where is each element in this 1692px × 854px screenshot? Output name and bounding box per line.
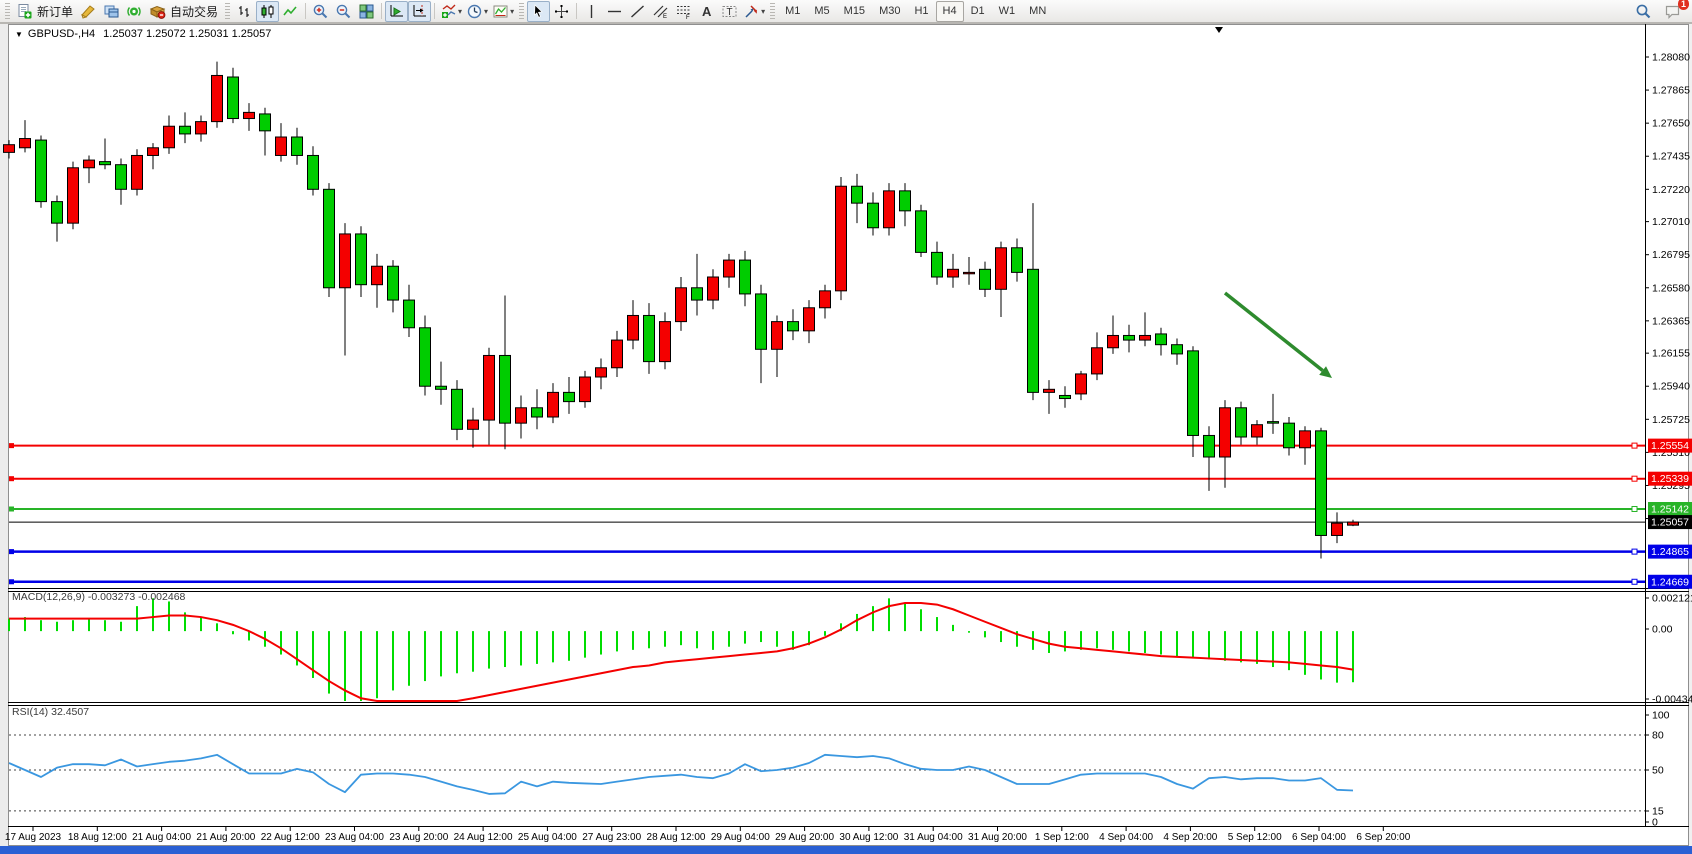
vline-icon: [583, 3, 600, 20]
tile-windows-button[interactable]: [355, 1, 378, 22]
templates-button[interactable]: ▾: [490, 1, 516, 22]
hline-button[interactable]: [603, 1, 626, 22]
toolbar-grip[interactable]: [5, 3, 10, 20]
timeframe-h4[interactable]: H4: [936, 1, 964, 22]
toolbar-separator: [434, 3, 435, 19]
dropdown-arrow-icon[interactable]: ▾: [458, 7, 462, 16]
window-left-edge: [0, 24, 8, 846]
shapes-button[interactable]: ▾: [741, 1, 767, 22]
fibo-icon: F: [675, 3, 692, 20]
dropdown-arrow-icon[interactable]: ▾: [484, 7, 488, 16]
autotrade-button[interactable]: [146, 1, 169, 22]
profiles-button[interactable]: [100, 1, 123, 22]
main-toolbar: 新订单 自动交易 ▾ ▾ ▾ E F A T ▾ M1M5M15M30H1H4D1W1MN 1: [0, 0, 1692, 23]
chart-ohlc-values: 1.25037 1.25072 1.25031 1.25057: [103, 28, 271, 40]
styler-button[interactable]: [77, 1, 100, 22]
crosshair-button[interactable]: [550, 1, 573, 22]
auto-scroll-icon: [388, 3, 405, 20]
text-icon: A: [698, 3, 715, 20]
zoom-in-icon: [312, 3, 329, 20]
hline-icon: [606, 3, 623, 20]
candle-chart-icon: [259, 3, 276, 20]
window-bottom-strip: [0, 846, 1692, 854]
candle-chart-button[interactable]: [256, 1, 279, 22]
toolbar-grip[interactable]: [225, 3, 230, 20]
line-chart-button[interactable]: [279, 1, 302, 22]
timeframe-m30[interactable]: M30: [872, 1, 907, 22]
zoom-out-button[interactable]: [332, 1, 355, 22]
collapse-arrow-icon[interactable]: ▼: [15, 30, 23, 39]
new-order-button[interactable]: [13, 1, 36, 22]
svg-text:A: A: [702, 4, 712, 19]
chat-button[interactable]: 1: [1661, 1, 1684, 22]
search-button[interactable]: [1632, 1, 1655, 22]
svg-text:E: E: [663, 14, 667, 20]
autotrade-icon: [149, 3, 166, 20]
toolbar-separator: [305, 3, 306, 19]
dropdown-arrow-icon[interactable]: ▾: [510, 7, 514, 16]
channel-button[interactable]: E: [649, 1, 672, 22]
timeframe-mn[interactable]: MN: [1022, 1, 1053, 22]
notification-badge: 1: [1678, 0, 1689, 10]
svg-text:F: F: [686, 15, 690, 20]
toolbar-button-label[interactable]: 自动交易: [169, 3, 222, 20]
cursor-button[interactable]: [527, 1, 550, 22]
chart-window[interactable]: ▼ GBPUSD-,H4 1.25037 1.25072 1.25031 1.250…: [8, 24, 1689, 846]
cursor-icon: [530, 3, 547, 20]
styler-icon: [80, 3, 97, 20]
toolbar-separator: [576, 3, 577, 19]
chart-symbol-period: GBPUSD-,H4: [28, 28, 95, 40]
timeframe-m5[interactable]: M5: [807, 1, 836, 22]
trendline-icon: [629, 3, 646, 20]
templates-icon: [492, 3, 509, 20]
auto-scroll-button[interactable]: [385, 1, 408, 22]
toolbar-grip[interactable]: [770, 3, 775, 20]
shapes-icon: [743, 3, 760, 20]
toolbar-button-label[interactable]: 新订单: [36, 3, 77, 20]
search-icon: [1635, 3, 1652, 20]
alerts-icon: [126, 3, 143, 20]
chart-title: ▼ GBPUSD-,H4 1.25037 1.25072 1.25031 1.250…: [15, 28, 271, 40]
alerts-button[interactable]: [123, 1, 146, 22]
timeframe-w1[interactable]: W1: [992, 1, 1023, 22]
zoom-in-button[interactable]: [309, 1, 332, 22]
channel-icon: E: [652, 3, 669, 20]
timeframe-h1[interactable]: H1: [907, 1, 935, 22]
periods-button[interactable]: ▾: [464, 1, 490, 22]
indicators-button[interactable]: ▾: [438, 1, 464, 22]
periods-icon: [466, 3, 483, 20]
new-order-icon: [16, 3, 33, 20]
fibo-button[interactable]: F: [672, 1, 695, 22]
rsi-indicator-label: RSI(14) 32.4507: [12, 706, 89, 718]
toolbar-grip[interactable]: [519, 3, 524, 20]
timeframe-m15[interactable]: M15: [837, 1, 872, 22]
label-icon: T: [721, 3, 738, 20]
timeframe-d1[interactable]: D1: [964, 1, 992, 22]
indicators-icon: [440, 3, 457, 20]
line-chart-icon: [282, 3, 299, 20]
crosshair-icon: [553, 3, 570, 20]
vline-button[interactable]: [580, 1, 603, 22]
chart-shift-icon: [411, 3, 428, 20]
timeframe-m1[interactable]: M1: [778, 1, 807, 22]
text-button[interactable]: A: [695, 1, 718, 22]
toolbar-separator: [381, 3, 382, 19]
trendline-button[interactable]: [626, 1, 649, 22]
dropdown-arrow-icon[interactable]: ▾: [761, 7, 765, 16]
application-window: 新订单 自动交易 ▾ ▾ ▾ E F A T ▾ M1M5M15M30H1H4D1W1MN 1 ▼ GB…: [0, 0, 1692, 854]
zoom-out-icon: [335, 3, 352, 20]
bar-chart-button[interactable]: [233, 1, 256, 22]
label-button[interactable]: T: [718, 1, 741, 22]
macd-indicator-label: MACD(12,26,9) -0.003273 -0.002468: [12, 591, 185, 603]
profiles-icon: [103, 3, 120, 20]
svg-text:T: T: [727, 7, 733, 18]
tile-windows-icon: [358, 3, 375, 20]
toolbar-right-group: 1: [1632, 1, 1684, 22]
bar-chart-icon: [236, 3, 253, 20]
chart-shift-button[interactable]: [408, 1, 431, 22]
